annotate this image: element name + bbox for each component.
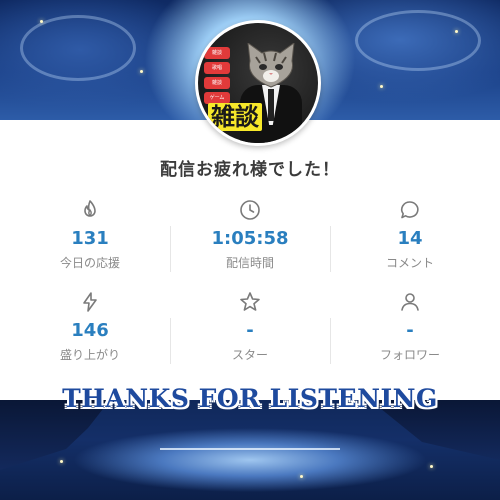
stats-row: 131 今日の応援 1:05:58 配信時間 14 コメント	[10, 198, 490, 288]
stat-value: -	[246, 320, 254, 341]
star-sparkle	[455, 30, 458, 33]
stat-label: スター	[231, 348, 268, 362]
star-sparkle	[40, 20, 43, 23]
cat-face-icon	[247, 43, 295, 88]
cat-tie	[268, 89, 274, 121]
stat-followers: - フォロワー	[330, 290, 490, 380]
stat-label: 配信時間	[225, 256, 274, 270]
stat-value: 1:05:58	[211, 228, 289, 249]
avatar-tag: 雑談	[204, 47, 230, 59]
stat-excitement: 146 盛り上がり	[10, 290, 170, 380]
avatar-tag-list: 雑談 歌唱 雑談 ゲーム	[204, 47, 230, 104]
comment-icon	[400, 201, 419, 219]
stat-duration: 1:05:58 配信時間	[170, 198, 330, 288]
star-sparkle	[300, 475, 303, 478]
flame-icon	[84, 200, 96, 217]
lightning-icon	[83, 292, 97, 312]
stat-label: フォロワー	[379, 348, 440, 362]
cloud-swirl	[20, 15, 136, 81]
stat-label: コメント	[385, 256, 434, 270]
avatar-tag: 雑談	[204, 77, 230, 89]
star-sparkle	[430, 465, 433, 468]
stats-grid: 131 今日の応援 1:05:58 配信時間 14 コメント 146 盛り上がり…	[10, 198, 490, 380]
stat-value: 146	[71, 320, 109, 341]
person-icon	[401, 293, 419, 311]
stat-value: 14	[397, 228, 423, 249]
background-lake	[0, 400, 500, 500]
stat-value: 131	[71, 228, 109, 249]
star-sparkle	[140, 70, 143, 73]
avatar-badge: 雑談	[208, 103, 262, 131]
thanks-banner: THANKS FOR LISTENING	[62, 384, 438, 413]
stat-comments: 14 コメント	[330, 198, 490, 288]
stat-value: -	[406, 320, 414, 341]
star-sparkle	[380, 85, 383, 88]
stream-finished-title: 配信お疲れ様でした！	[160, 160, 340, 180]
stream-summary-card: 配信お疲れ様でした！ 131 今日の応援 1:05:58 配信時間 14 コメン…	[0, 120, 500, 400]
avatar-tag: 歌唱	[204, 62, 230, 74]
stat-support: 131 今日の応援	[10, 198, 170, 288]
stat-label: 今日の応援	[59, 256, 120, 270]
avatar-image: 雑談 歌唱 雑談 ゲーム 雑談	[198, 23, 318, 143]
cloud-swirl	[355, 10, 481, 71]
star-sparkle	[60, 460, 63, 463]
water-reflection	[160, 448, 340, 450]
star-icon	[240, 292, 260, 311]
stat-stars: - スター	[170, 290, 330, 380]
streamer-avatar: 雑談 歌唱 雑談 ゲーム 雑談	[195, 20, 321, 146]
clock-icon	[240, 200, 260, 220]
stat-label: 盛り上がり	[59, 348, 120, 362]
stats-row: 146 盛り上がり - スター - フォロワー	[10, 290, 490, 380]
